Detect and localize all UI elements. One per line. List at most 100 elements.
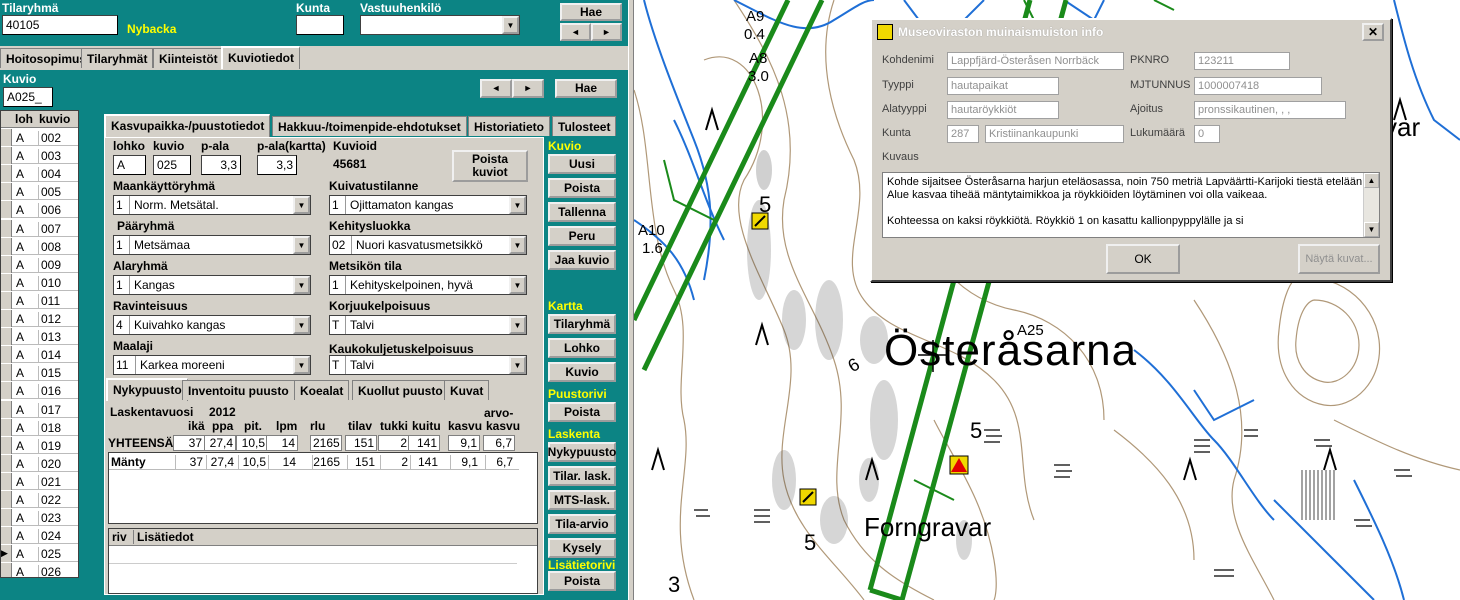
- row-selector[interactable]: [1, 273, 12, 291]
- table-row[interactable]: A 015: [1, 364, 78, 382]
- korjuu-select[interactable]: T Talvi ▼: [329, 315, 527, 335]
- table-row[interactable]: A 023: [1, 509, 78, 527]
- poista-lisatieto-button[interactable]: Poista: [548, 571, 616, 591]
- nykypuusto-button[interactable]: Nykypuusto: [548, 442, 616, 462]
- maankaytto-select[interactable]: 1 Norm. Metsätal. ▼: [113, 195, 311, 215]
- dialog-titlebar[interactable]: Museoviraston muinaismuiston info ✕: [874, 22, 1388, 42]
- scroll-down-icon[interactable]: ▼: [1364, 222, 1379, 237]
- lisatiedot-empty-row[interactable]: [109, 547, 517, 564]
- tab-kasvupaikka[interactable]: Kasvupaikka-/puustotiedot: [104, 114, 271, 137]
- table-row[interactable]: A 026: [1, 563, 78, 577]
- vastuuhenkilo-select[interactable]: ▼: [360, 15, 520, 35]
- row-selector[interactable]: ▶: [1, 545, 12, 563]
- row-selector[interactable]: [1, 563, 12, 577]
- lohko-input[interactable]: A: [113, 155, 146, 175]
- chevron-down-icon[interactable]: ▼: [509, 196, 526, 214]
- row-selector[interactable]: [1, 291, 12, 309]
- row-selector[interactable]: [1, 491, 12, 508]
- row-selector[interactable]: [1, 527, 12, 545]
- tab-kiinteistot[interactable]: Kiinteistöt: [153, 48, 224, 68]
- row-selector[interactable]: [1, 454, 12, 472]
- metsikko-select[interactable]: 1 Kehityskelpoinen, hyvä ▼: [329, 275, 527, 295]
- row-selector[interactable]: [1, 147, 12, 165]
- kuvaus-textarea[interactable]: Kohde sijaitsee Österåsarna harjun etelä…: [882, 172, 1380, 238]
- kuvaus-scrollbar[interactable]: ▲ ▼: [1363, 173, 1379, 237]
- chevron-down-icon[interactable]: ▼: [293, 276, 310, 294]
- tab-kuvat[interactable]: Kuvat: [444, 380, 490, 400]
- nayta-kuvat-button[interactable]: Näytä kuvat...: [1298, 244, 1380, 274]
- tab-historiatieto[interactable]: Historiatieto: [468, 116, 551, 136]
- row-selector[interactable]: [1, 165, 12, 183]
- kehitys-select[interactable]: 02 Nuori kasvatusmetsikkö ▼: [329, 235, 527, 255]
- chevron-down-icon[interactable]: ▼: [293, 236, 310, 254]
- row-selector[interactable]: [1, 219, 12, 237]
- table-row[interactable]: A 018: [1, 418, 78, 436]
- table-row[interactable]: A 009: [1, 255, 78, 273]
- scroll-up-icon[interactable]: ▲: [1364, 173, 1379, 188]
- chevron-down-icon[interactable]: ▼: [509, 276, 526, 294]
- kartta-lohko-button[interactable]: Lohko: [548, 338, 616, 358]
- chevron-down-icon[interactable]: ▼: [509, 236, 526, 254]
- table-row[interactable]: A 006: [1, 201, 78, 219]
- chevron-down-icon[interactable]: ▼: [509, 356, 526, 374]
- pala-input[interactable]: 3,3: [201, 155, 241, 175]
- tab-tulosteet[interactable]: Tulosteet: [552, 116, 617, 136]
- tab-hakkuu[interactable]: Hakkuu-/toimenpide-ehdotukset: [272, 116, 467, 136]
- table-row[interactable]: A 005: [1, 183, 78, 201]
- table-row[interactable]: A 007: [1, 219, 78, 237]
- table-row[interactable]: ▶ A 025: [1, 545, 78, 563]
- lisatiedot-grid[interactable]: riv Lisätiedot: [108, 528, 538, 594]
- kuvio-list[interactable]: loh kuvio A 002 A 003 A 004 A 005 A 006 A 007 A 008 A 0…: [0, 110, 79, 578]
- table-row[interactable]: A 003: [1, 147, 78, 165]
- row-selector[interactable]: [1, 382, 12, 400]
- tab-tilaryhmat[interactable]: Tilaryhmät: [81, 48, 154, 68]
- prev-button[interactable]: ◄: [560, 23, 591, 41]
- table-row[interactable]: A 008: [1, 237, 78, 255]
- table-row[interactable]: A 004: [1, 165, 78, 183]
- table-row[interactable]: A 017: [1, 400, 78, 418]
- row-selector[interactable]: [1, 310, 12, 327]
- table-row[interactable]: A 002: [1, 129, 78, 146]
- chevron-down-icon[interactable]: ▼: [293, 196, 310, 214]
- pala-kartta-input[interactable]: 3,3: [257, 155, 297, 175]
- table-row[interactable]: A 011: [1, 291, 78, 309]
- table-row[interactable]: A 013: [1, 328, 78, 346]
- next-button[interactable]: ►: [591, 23, 622, 41]
- kunta-input[interactable]: [296, 15, 344, 35]
- ravinteisuus-select[interactable]: 4 Kuivahko kangas ▼: [113, 315, 311, 335]
- table-row[interactable]: A 012: [1, 310, 78, 327]
- uusi-button[interactable]: Uusi: [548, 154, 616, 174]
- table-row[interactable]: A 016: [1, 382, 78, 400]
- chevron-down-icon[interactable]: ▼: [502, 16, 519, 34]
- kuivatus-select[interactable]: 1 Ojittamaton kangas ▼: [329, 195, 527, 215]
- table-row[interactable]: A 010: [1, 273, 78, 291]
- table-row[interactable]: A 014: [1, 346, 78, 364]
- row-selector[interactable]: [1, 237, 12, 255]
- tab-hoitosopimus[interactable]: Hoitosopimus: [0, 48, 92, 68]
- kuvio-input[interactable]: A025_: [3, 87, 53, 107]
- kaukokuljetus-select[interactable]: T Talvi ▼: [329, 355, 527, 375]
- poista-puusto-button[interactable]: Poista: [548, 402, 616, 422]
- kartta-kuvio-button[interactable]: Kuvio: [548, 362, 616, 382]
- chevron-down-icon[interactable]: ▼: [509, 316, 526, 334]
- tilar-lask-button[interactable]: Tilar. lask.: [548, 466, 616, 486]
- row-selector[interactable]: [1, 472, 12, 490]
- kuvio-next-button[interactable]: ►: [512, 79, 544, 98]
- row-selector[interactable]: [1, 346, 12, 364]
- kysely-button[interactable]: Kysely: [548, 538, 616, 558]
- row-selector[interactable]: [1, 400, 12, 418]
- table-row[interactable]: A 020: [1, 454, 78, 472]
- paaryhma-select[interactable]: 1 Metsämaa ▼: [113, 235, 311, 255]
- peru-button[interactable]: Peru: [548, 226, 616, 246]
- table-row[interactable]: A 022: [1, 491, 78, 508]
- tab-inventoitu[interactable]: Inventoitu puusto: [182, 380, 295, 400]
- maalaji-select[interactable]: 11 Karkea moreeni ▼: [113, 355, 311, 375]
- kuvio-prev-button[interactable]: ◄: [480, 79, 512, 98]
- poista-kuviot-button[interactable]: Poista kuviot: [452, 150, 528, 182]
- tab-kuollut[interactable]: Kuollut puusto: [352, 380, 449, 400]
- tilaryhma-input[interactable]: 40105: [2, 15, 118, 35]
- tab-kuviotiedot[interactable]: Kuviotiedot: [221, 46, 300, 69]
- chevron-down-icon[interactable]: ▼: [293, 356, 310, 374]
- puusto-grid[interactable]: Mänty 37 27,4 10,5 14 2165 151 2 141 9,1 6,7: [108, 452, 538, 524]
- table-row[interactable]: A 019: [1, 436, 78, 454]
